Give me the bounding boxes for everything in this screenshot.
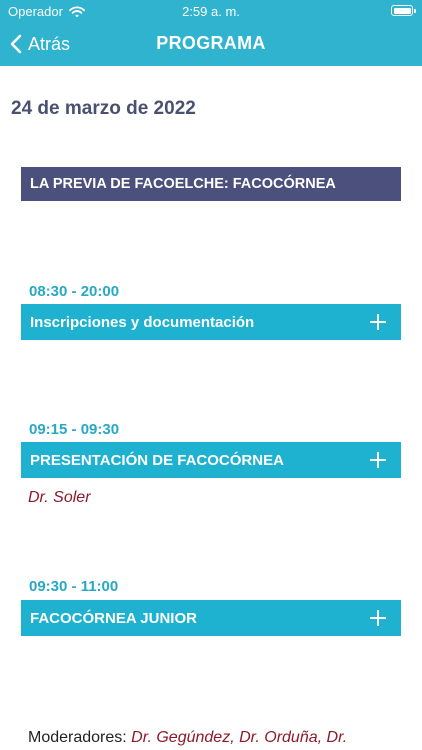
expand-plus-icon[interactable] [367,607,389,629]
app-header: Operador 2:59 a. m. Atrás PROGRAMA [0,0,422,66]
section-title: LA PREVIA DE FACOELCHE: FACOCÓRNEA [30,176,336,192]
status-time: 2:59 a. m. [182,4,240,19]
session-time: 09:30 - 11:00 [29,578,119,595]
session-item-inscripciones[interactable]: Inscripciones y documentación [21,304,401,340]
session-time: 09:15 - 09:30 [29,421,120,438]
session-speaker: Dr. Soler [28,489,91,506]
expand-plus-icon[interactable] [367,311,389,333]
date-heading: 24 de marzo de 2022 [11,98,196,119]
nav-bar: Atrás PROGRAMA [0,24,422,66]
battery-icon [391,5,416,16]
session-title: FACOCÓRNEA JUNIOR [30,609,197,627]
moderators-line: Moderadores: Dr. Gegúndez, Dr. Orduña, D… [28,729,347,747]
status-bar: Operador 2:59 a. m. [0,0,422,24]
session-title: Inscripciones y documentación [30,313,255,331]
page-title: PROGRAMA [156,33,266,53]
session-item-presentacion[interactable]: PRESENTACIÓN DE FACOCÓRNEA [21,442,401,478]
moderators-names: Dr. Gegúndez, Dr. Orduña, Dr. [131,729,348,746]
expand-plus-icon[interactable] [367,449,389,471]
session-title: PRESENTACIÓN DE FACOCÓRNEA [30,451,284,469]
section-header: LA PREVIA DE FACOELCHE: FACOCÓRNEA [21,167,401,201]
moderators-label: Moderadores: [28,729,127,746]
session-time: 08:30 - 20:00 [29,283,120,300]
session-item-facocornea-junior[interactable]: FACOCÓRNEA JUNIOR [21,600,401,636]
